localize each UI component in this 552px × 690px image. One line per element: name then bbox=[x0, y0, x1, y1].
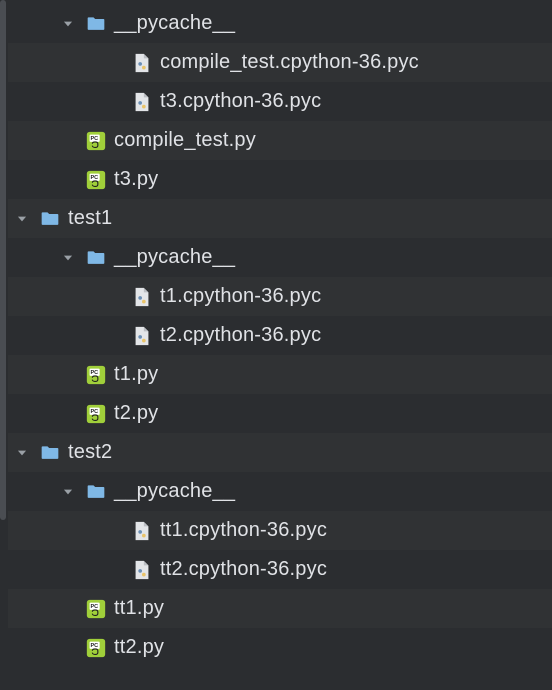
tree-item-label: tt1.cpython-36.pyc bbox=[160, 519, 327, 542]
tree-item-label: t2.py bbox=[114, 402, 158, 425]
folder-icon bbox=[84, 480, 108, 504]
tree-row[interactable]: __pycache__ bbox=[8, 4, 552, 43]
tree-row[interactable]: __pycache__ bbox=[8, 472, 552, 511]
tree-item-label: compile_test.cpython-36.pyc bbox=[160, 51, 419, 74]
tree-row[interactable]: PC t1.py bbox=[8, 355, 552, 394]
chevron-down-icon[interactable] bbox=[58, 248, 78, 268]
tree-item-label: t2.cpython-36.pyc bbox=[160, 324, 321, 347]
chevron-down-icon[interactable] bbox=[58, 482, 78, 502]
compiled-python-icon bbox=[130, 324, 154, 348]
tree-item-label: test1 bbox=[68, 207, 112, 230]
svg-text:PC: PC bbox=[91, 409, 99, 415]
tree-item-label: __pycache__ bbox=[114, 480, 235, 503]
chevron-down-icon[interactable] bbox=[12, 209, 32, 229]
svg-text:PC: PC bbox=[91, 175, 99, 181]
tree-item-label: tt2.py bbox=[114, 636, 164, 659]
python-script-icon: PC bbox=[84, 168, 108, 192]
tree-item-label: t3.py bbox=[114, 168, 158, 191]
chevron-down-icon[interactable] bbox=[58, 14, 78, 34]
compiled-python-icon bbox=[130, 519, 154, 543]
python-script-icon: PC bbox=[84, 129, 108, 153]
folder-icon bbox=[84, 12, 108, 36]
svg-text:PC: PC bbox=[91, 643, 99, 649]
tree-row[interactable]: tt2.cpython-36.pyc bbox=[8, 550, 552, 589]
tree-row[interactable]: test2 bbox=[8, 433, 552, 472]
tree-item-label: t3.cpython-36.pyc bbox=[160, 90, 321, 113]
tree-row[interactable]: tt1.cpython-36.pyc bbox=[8, 511, 552, 550]
compiled-python-icon bbox=[130, 51, 154, 75]
tree-item-label: __pycache__ bbox=[114, 246, 235, 269]
tree-row[interactable]: t3.cpython-36.pyc bbox=[8, 82, 552, 121]
scrollbar-thumb[interactable] bbox=[0, 0, 6, 520]
tree-item-label: tt1.py bbox=[114, 597, 164, 620]
tree-item-label: __pycache__ bbox=[114, 12, 235, 35]
tree-item-label: t1.cpython-36.pyc bbox=[160, 285, 321, 308]
compiled-python-icon bbox=[130, 558, 154, 582]
tree-item-label: test2 bbox=[68, 441, 112, 464]
tree-row[interactable]: t2.cpython-36.pyc bbox=[8, 316, 552, 355]
svg-text:PC: PC bbox=[91, 370, 99, 376]
tree-row[interactable]: PC tt1.py bbox=[8, 589, 552, 628]
tree-item-label: compile_test.py bbox=[114, 129, 256, 152]
compiled-python-icon bbox=[130, 90, 154, 114]
folder-icon bbox=[38, 441, 62, 465]
tree-row[interactable]: PC t2.py bbox=[8, 394, 552, 433]
python-script-icon: PC bbox=[84, 363, 108, 387]
svg-text:PC: PC bbox=[91, 604, 99, 610]
chevron-down-icon[interactable] bbox=[12, 443, 32, 463]
folder-icon bbox=[84, 246, 108, 270]
folder-icon bbox=[38, 207, 62, 231]
python-script-icon: PC bbox=[84, 636, 108, 660]
tree-row[interactable]: PC compile_test.py bbox=[8, 121, 552, 160]
svg-text:PC: PC bbox=[91, 136, 99, 142]
tree-row[interactable]: __pycache__ bbox=[8, 238, 552, 277]
python-script-icon: PC bbox=[84, 597, 108, 621]
tree-row[interactable]: PC t3.py bbox=[8, 160, 552, 199]
tree-item-label: t1.py bbox=[114, 363, 158, 386]
scrollbar-track[interactable] bbox=[0, 0, 6, 690]
tree-item-label: tt2.cpython-36.pyc bbox=[160, 558, 327, 581]
project-tree: __pycache__ compile_test.cpython-36.pyc … bbox=[0, 0, 552, 667]
tree-row[interactable]: PC tt2.py bbox=[8, 628, 552, 667]
compiled-python-icon bbox=[130, 285, 154, 309]
tree-row[interactable]: t1.cpython-36.pyc bbox=[8, 277, 552, 316]
python-script-icon: PC bbox=[84, 402, 108, 426]
tree-row[interactable]: test1 bbox=[8, 199, 552, 238]
tree-row[interactable]: compile_test.cpython-36.pyc bbox=[8, 43, 552, 82]
